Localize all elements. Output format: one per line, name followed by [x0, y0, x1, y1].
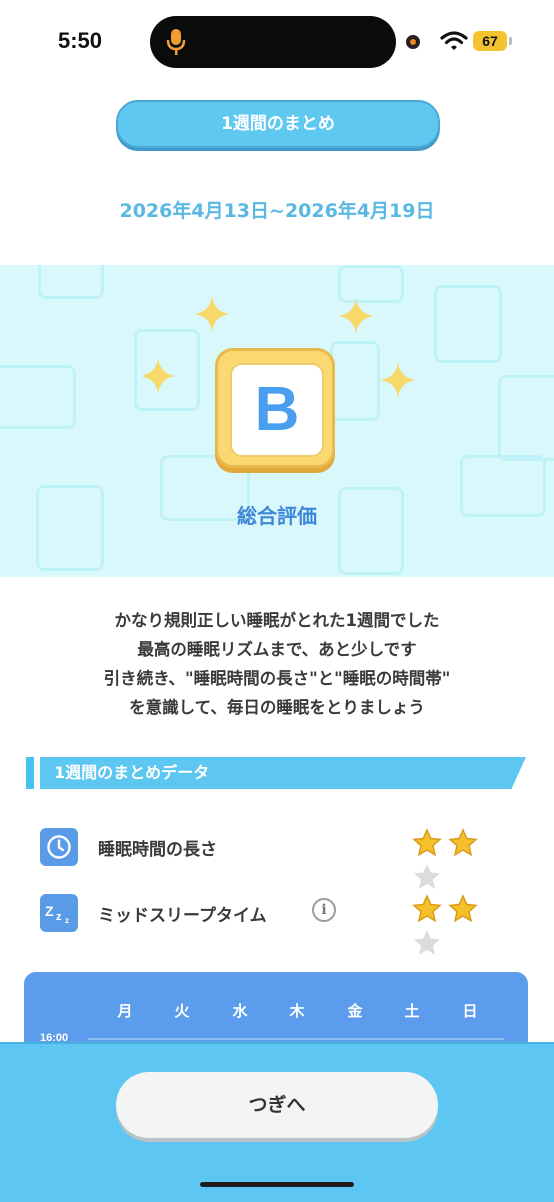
hour-gridline — [88, 1038, 504, 1040]
wifi-icon — [440, 31, 468, 50]
clock-icon — [40, 828, 78, 866]
section-title: 1週間のまとめデータ — [40, 757, 526, 789]
bottom-action-bar: つぎへ — [0, 1042, 554, 1202]
row-label: ミッドスリープタイム — [98, 906, 267, 926]
star-filled-icon — [412, 828, 442, 857]
day-label-tue: 火 — [174, 1002, 190, 1020]
dynamic-island — [150, 16, 396, 68]
next-button[interactable]: つぎへ — [116, 1072, 438, 1138]
section-accent — [26, 757, 34, 789]
star-filled-icon — [448, 894, 478, 923]
summary-row-midsleep-time: Z z z ミッドスリープタイム i — [40, 892, 510, 955]
status-bar: 5:50 67 — [0, 0, 554, 84]
info-icon[interactable]: i — [312, 898, 336, 922]
day-label-sun: 日 — [462, 1002, 478, 1020]
day-label-fri: 金 — [347, 1002, 363, 1020]
day-label-mon: 月 — [117, 1002, 133, 1020]
day-label-wed: 水 — [232, 1002, 248, 1020]
star-empty-icon — [414, 864, 440, 889]
date-range: 2026年4月13日~2026年4月19日 — [119, 200, 435, 222]
status-time: 5:50 — [58, 28, 103, 53]
grade-label: 総合評価 — [237, 504, 317, 528]
sparkle-icon — [194, 296, 230, 332]
svg-text:z: z — [65, 916, 69, 925]
star-rating — [412, 894, 510, 955]
star-empty-icon — [414, 930, 440, 955]
day-label-thu: 木 — [289, 1002, 305, 1020]
sparkle-icon — [338, 298, 374, 334]
battery-tip — [509, 37, 512, 45]
recording-indicator-icon — [406, 35, 420, 49]
microphone-icon — [166, 29, 186, 55]
battery-icon: 67 — [473, 31, 507, 51]
message-line: 引き続き、"睡眠時間の長さ"と"睡眠の時間帯" — [103, 669, 451, 688]
star-filled-icon — [448, 828, 478, 857]
star-rating — [412, 828, 510, 889]
sparkle-icon — [140, 358, 176, 394]
day-label-sat: 土 — [404, 1002, 420, 1020]
summary-row-sleep-duration: 睡眠時間の長さ — [40, 826, 510, 889]
message-line: 最高の睡眠リズムまで、あと少しです — [137, 640, 417, 659]
section-header: 1週間のまとめデータ — [26, 757, 526, 789]
row-label: 睡眠時間の長さ — [98, 840, 217, 860]
summary-message: かなり規則正しい睡眠がとれた1週間でした 最高の睡眠リズムまで、あと少しです 引… — [0, 606, 554, 722]
grade-badge: B — [215, 348, 335, 468]
svg-text:Z: Z — [45, 903, 54, 919]
message-line: かなり規則正しい睡眠がとれた1週間でした — [114, 611, 440, 630]
grade-letter: B — [230, 363, 324, 457]
zzz-icon: Z z z — [40, 894, 78, 932]
svg-text:z: z — [56, 911, 62, 923]
home-indicator[interactable] — [200, 1182, 354, 1187]
star-filled-icon — [412, 894, 442, 923]
sparkle-icon — [380, 362, 416, 398]
page-title: 1週間のまとめ — [116, 100, 440, 148]
message-line: を意識して、毎日の睡眠をとりましょう — [129, 698, 425, 717]
